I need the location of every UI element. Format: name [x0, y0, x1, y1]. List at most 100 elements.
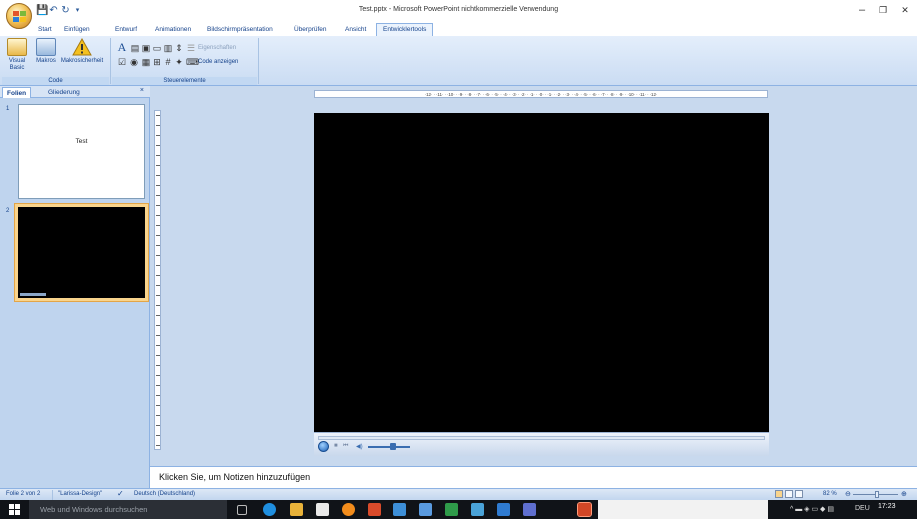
ruler-tick	[156, 215, 160, 216]
more-controls-icon[interactable]: ✦	[174, 57, 184, 67]
zoom-level[interactable]: 82 %	[823, 491, 837, 497]
image-control-icon[interactable]: #	[163, 57, 173, 67]
tab-ansicht[interactable]: Ansicht	[345, 24, 366, 36]
properties-label[interactable]: Eigenschaften	[198, 45, 236, 51]
ruler-tick	[156, 395, 160, 396]
media-seek-bar[interactable]	[318, 436, 765, 440]
ruler-tick	[156, 135, 160, 136]
makros-label: Makros	[36, 58, 56, 64]
ruler-tick	[156, 325, 160, 326]
app-icon[interactable]	[497, 503, 510, 516]
tab-entwicklertools[interactable]: Entwicklertools	[376, 23, 434, 36]
ruler-tick	[156, 205, 160, 206]
ribbon: Visual Basic Makros Makrosicherheit Code…	[0, 36, 917, 86]
close-button[interactable]: ✕	[895, 3, 915, 17]
ruler-tick	[156, 115, 160, 116]
previous-icon[interactable]: ⏮	[343, 443, 348, 450]
browser-icon[interactable]	[342, 503, 355, 516]
volume-slider[interactable]	[368, 446, 410, 448]
volume-icon[interactable]: ◀)	[356, 443, 363, 450]
tray-icons[interactable]: ^ ▬ ◈ ▭ ◆ ▤	[790, 505, 834, 513]
togglebutton-control-icon[interactable]: ▦	[141, 57, 151, 67]
tab-bildschirmpraesentation[interactable]: Bildschirmpräsentation	[207, 24, 273, 36]
status-separator	[52, 490, 53, 500]
combobox-control-icon[interactable]: ▭	[152, 43, 162, 53]
zoom-slider-knob[interactable]	[875, 491, 879, 498]
taskbar-clock[interactable]: 17:23	[878, 503, 896, 510]
ruler-tick	[156, 445, 160, 446]
task-view-icon[interactable]	[237, 505, 247, 515]
tab-start[interactable]: Start	[38, 24, 52, 36]
theme-status: "Larissa-Design"	[58, 491, 103, 497]
ruler-tick	[156, 295, 160, 296]
visual-basic-label: Visual Basic	[8, 58, 26, 71]
tab-gliederung[interactable]: Gliederung	[44, 87, 84, 98]
tray-language[interactable]: DEU	[855, 505, 870, 512]
app-icon[interactable]	[393, 503, 406, 516]
makrosicherheit-button[interactable]: Makrosicherheit	[59, 38, 105, 64]
app-icon[interactable]	[523, 503, 536, 516]
ruler-tick	[156, 185, 160, 186]
app-icon[interactable]	[471, 503, 484, 516]
powerpoint-icon[interactable]	[577, 502, 592, 517]
tab-ueberpruefen[interactable]: Überprüfen	[294, 24, 327, 36]
volume-slider-knob[interactable]	[390, 443, 396, 450]
close-panel-icon[interactable]: ×	[140, 87, 144, 94]
slideshow-view-icon[interactable]	[795, 490, 803, 498]
textbox-control-icon[interactable]: ▤	[130, 43, 140, 53]
tab-einfuegen[interactable]: Einfügen	[64, 24, 90, 36]
spinbutton-control-icon[interactable]: ⊞	[152, 57, 162, 67]
slide-thumbnail-2-selected[interactable]	[14, 203, 149, 302]
edge-icon[interactable]	[263, 503, 276, 516]
ruler-tick	[156, 155, 160, 156]
label-control-icon[interactable]: A	[117, 41, 127, 53]
optionbutton-control-icon[interactable]: ◉	[129, 57, 139, 67]
zoom-in-icon[interactable]: ⊕	[901, 490, 907, 498]
play-icon[interactable]	[318, 441, 329, 452]
makros-button[interactable]: Makros	[33, 38, 59, 64]
visual-basic-button[interactable]: Visual Basic	[3, 38, 31, 72]
tab-entwurf[interactable]: Entwurf	[115, 24, 137, 36]
maximize-button[interactable]: ❐	[873, 3, 893, 17]
slide-number: 2	[6, 208, 10, 214]
tab-folien[interactable]: Folien	[2, 87, 32, 98]
stop-icon[interactable]: ■	[334, 443, 338, 449]
current-slide[interactable]	[314, 113, 769, 456]
zoom-out-icon[interactable]: ⊖	[845, 490, 851, 498]
excel-icon[interactable]	[445, 503, 458, 516]
taskbar-search-box[interactable]: Web und Windows durchsuchen	[29, 500, 227, 519]
slide-thumbnail-title: Test	[75, 138, 88, 145]
scrollbar-control-icon[interactable]: ⇕	[174, 43, 184, 53]
button-control-icon[interactable]: ▣	[141, 43, 151, 53]
group-separator	[110, 38, 111, 84]
visual-basic-icon	[7, 38, 27, 56]
taskbar-highlight	[598, 500, 768, 519]
spellcheck-icon[interactable]: ✓	[117, 489, 124, 498]
ruler-tick	[156, 375, 160, 376]
panel-tabs: Folien Gliederung ×	[0, 86, 150, 98]
slide-thumbnail-1[interactable]: Test	[18, 104, 145, 199]
file-explorer-icon[interactable]	[290, 503, 303, 516]
store-icon[interactable]	[316, 503, 329, 516]
normal-view-icon[interactable]	[775, 490, 783, 498]
ruler-tick	[156, 415, 160, 416]
app-icon[interactable]	[419, 503, 432, 516]
ruler-tick	[156, 335, 160, 336]
office-button[interactable]	[6, 3, 32, 29]
notes-placeholder: Klicken Sie, um Notizen hinzuzufügen	[159, 472, 311, 482]
slide-sorter-view-icon[interactable]	[785, 490, 793, 498]
tab-animationen[interactable]: Animationen	[155, 24, 191, 36]
ruler-tick	[156, 225, 160, 226]
listbox-control-icon[interactable]: ▥	[163, 43, 173, 53]
view-code-label[interactable]: Code anzeigen	[198, 59, 238, 65]
windows-start-icon[interactable]	[9, 504, 21, 516]
notes-pane[interactable]: Klicken Sie, um Notizen hinzuzufügen	[150, 466, 917, 488]
ruler-tick	[156, 165, 160, 166]
checkbox-control-icon[interactable]: ☑	[117, 57, 127, 67]
vertical-ruler	[154, 110, 161, 450]
language-status[interactable]: Deutsch (Deutschland)	[134, 491, 195, 497]
ruler-tick	[156, 235, 160, 236]
media-app-icon[interactable]	[368, 503, 381, 516]
macros-icon	[36, 38, 56, 56]
minimize-button[interactable]: –	[852, 3, 872, 17]
